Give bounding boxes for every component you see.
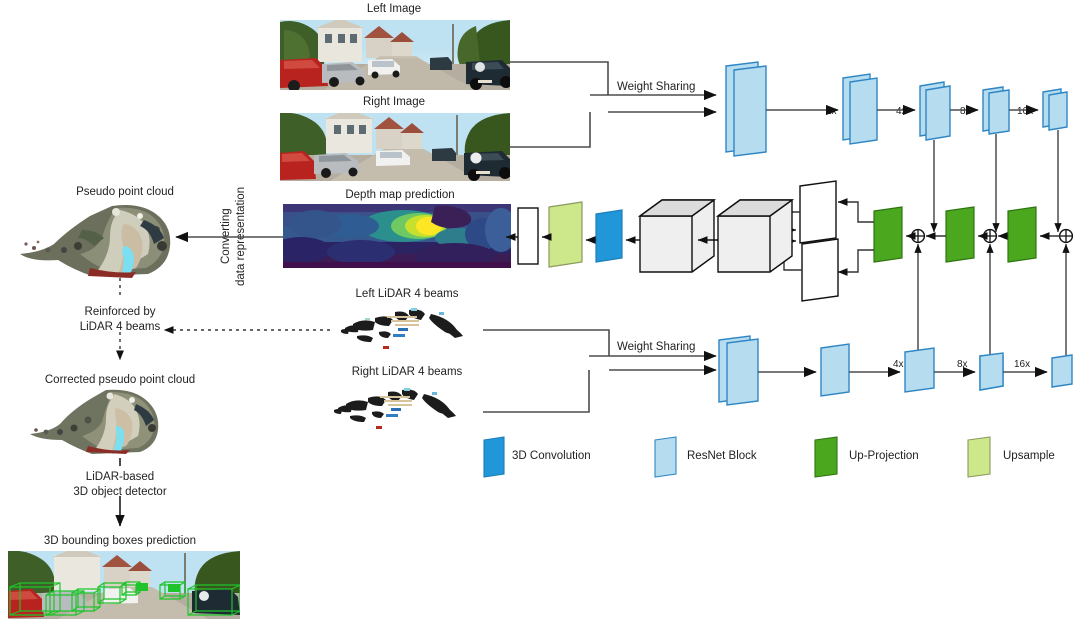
depth-map-prediction (283, 204, 511, 268)
legend-label-3: Upsample (1003, 450, 1055, 462)
softmax-label: softmax (522, 215, 534, 257)
merge-nodes (910, 228, 1074, 244)
scale-top-4x: 4x (896, 106, 907, 117)
right-image (280, 113, 510, 181)
depth-cost-volume-label: Depth Cost Volume (661, 221, 697, 257)
lidar-resnet-block-4 (979, 352, 1004, 391)
legend-label-2: Up-Projection (849, 450, 919, 462)
lidar-resnet-block-3 (904, 347, 935, 393)
left-image-label: Left Image (366, 3, 422, 15)
detector-label-line2: 3D object detector (73, 486, 167, 498)
lidar-resnet-block-1 (718, 335, 759, 406)
legend-label-0: 3D Convolution (512, 450, 591, 462)
scale-top-16x: 16x (1017, 106, 1034, 117)
corrected-point-cloud-label: Corrected pseudo point cloud (44, 374, 196, 386)
right-image-label: Right Image (362, 96, 426, 108)
lidar-resnet-block-5 (1051, 354, 1073, 388)
upsample-block (548, 201, 583, 268)
right-feature-label-l1: Right (812, 257, 824, 285)
diagram-vector-layer (115, 61, 1074, 527)
img-resnet-block-1 (725, 61, 767, 157)
legend-label-1: ResNet Block (687, 450, 757, 462)
scale-bottom-16x: 16x (1014, 359, 1031, 370)
left-image (280, 20, 510, 90)
legend-swatch-upprojection (814, 436, 838, 478)
weight-sharing-bottom-label: Weight Sharing (617, 341, 696, 353)
img-resnet-block-3 (919, 81, 951, 141)
up-projection-2 (945, 206, 975, 263)
left-feature-label-l2: feature (824, 197, 836, 233)
up-projection-3 (1007, 206, 1037, 263)
pseudo-point-cloud-label: Pseudo point cloud (76, 186, 174, 198)
right-feature-label-l2: feature (826, 255, 838, 291)
scale-bottom-2x: 2x (826, 359, 837, 370)
boxes-prediction-label: 3D bounding boxes prediction (43, 535, 197, 547)
img-resnet-block-4 (982, 86, 1010, 135)
left-feature-label-l1: Left (810, 201, 822, 221)
scale-top-8x: 8x (960, 106, 971, 117)
diagram-canvas: Left Image Right Image Depth map predict… (0, 0, 1088, 620)
img-resnet-block-5 (1042, 88, 1068, 131)
up-projection-1 (873, 206, 903, 263)
converting-label-line1: Converting (220, 208, 232, 264)
right-lidar-scan (330, 380, 470, 432)
depth-map-label: Depth map prediction (345, 189, 455, 201)
left-lidar-label: Left LiDAR 4 beams (355, 288, 459, 300)
conv3d-block (595, 209, 623, 263)
detector-label-line1: LiDAR-based (85, 471, 155, 483)
legend-swatch-resnet (654, 436, 677, 478)
converting-label-line2: data representation (235, 186, 247, 286)
scale-top-2x: 2x (826, 106, 837, 117)
bounding-boxes-prediction (8, 551, 240, 619)
scale-bottom-8x: 8x (957, 359, 968, 370)
corrected-pseudo-point-cloud (30, 388, 210, 454)
scale-bottom-4x: 4x (893, 359, 904, 370)
weight-sharing-top-label: Weight Sharing (617, 81, 696, 93)
reinforced-label-line1: Reinforced by (84, 306, 156, 318)
left-lidar-scan (335, 302, 475, 354)
right-lidar-label: Right LiDAR 4 beams (351, 366, 463, 378)
legend-swatch-upsample (967, 436, 991, 478)
img-resnet-block-2 (842, 73, 878, 145)
reinforced-label-line2: LiDAR 4 beams (79, 321, 161, 333)
legend-swatch-conv3d (483, 436, 505, 478)
pseudo-point-cloud (20, 200, 230, 280)
disparity-cost-volume-label: Disparity Cost Volume (736, 221, 778, 257)
